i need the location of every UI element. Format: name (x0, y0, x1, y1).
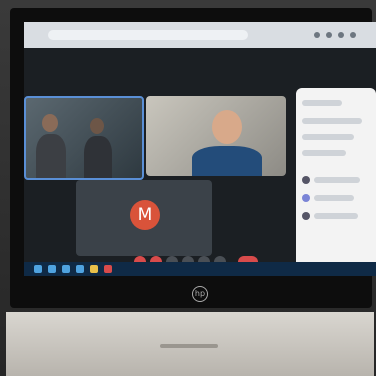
address-bar[interactable] (48, 30, 248, 40)
participant-tile-avatar[interactable]: M (76, 180, 212, 256)
participant-body (84, 136, 112, 178)
laptop-hinge (160, 344, 218, 348)
participant-name (314, 195, 354, 201)
start-icon[interactable] (34, 265, 42, 273)
participant-tile-group[interactable] (24, 96, 144, 180)
taskbar-app-icon[interactable] (62, 265, 70, 273)
taskbar-app-icon[interactable] (76, 265, 84, 273)
hp-logo: hp (192, 286, 208, 302)
participant-head (42, 114, 58, 132)
participant-body (36, 134, 66, 178)
browser-icon[interactable] (104, 265, 112, 273)
participant-name (314, 213, 358, 219)
panel-item[interactable] (302, 118, 362, 124)
participant-tile-speaker[interactable] (146, 96, 286, 176)
participant-head (212, 110, 242, 144)
participant-head (90, 118, 104, 134)
people-panel[interactable] (296, 88, 376, 276)
panel-item[interactable] (302, 150, 346, 156)
laptop-screen: M (24, 22, 376, 276)
laptop-screen-bezel: M hp (10, 8, 376, 308)
participant-avatar-icon (302, 212, 310, 220)
taskbar-app-icon[interactable] (48, 265, 56, 273)
participant-avatar-icon (302, 194, 310, 202)
browser-toolbar (24, 22, 376, 48)
participant-avatar-icon (302, 176, 310, 184)
panel-item[interactable] (302, 134, 354, 140)
profile-icon[interactable] (350, 32, 356, 38)
video-call-area: M (24, 48, 376, 276)
panel-title (302, 100, 342, 106)
participant-body (192, 146, 262, 176)
extension-icon[interactable] (326, 32, 332, 38)
taskbar (24, 262, 376, 276)
folder-icon[interactable] (90, 265, 98, 273)
extension-icon[interactable] (314, 32, 320, 38)
avatar: M (130, 200, 160, 230)
participant-name (314, 177, 360, 183)
extension-icon[interactable] (338, 32, 344, 38)
